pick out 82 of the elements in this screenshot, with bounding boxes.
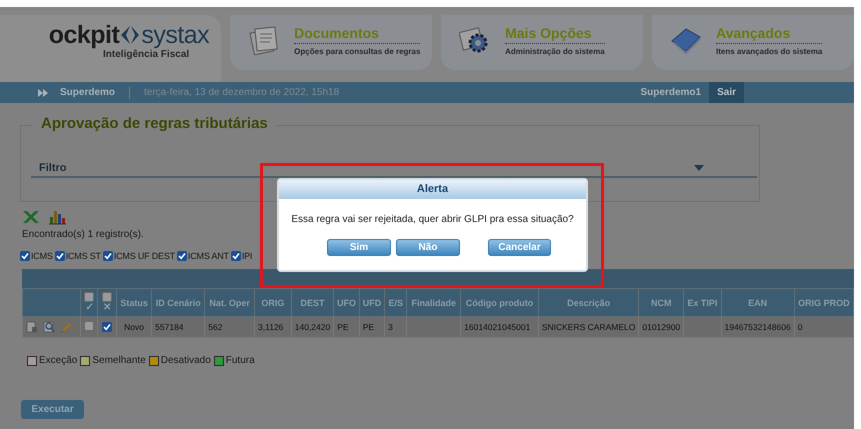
bar-chart-icon[interactable] [48,209,66,225]
table-cell: 0 [794,316,854,338]
tax-checkbox[interactable] [230,250,241,260]
checkbox-label: IPI [242,250,252,260]
column-symbol: ✓ [85,303,94,313]
column-header: Finalidade [406,288,461,316]
dialog-button[interactable]: Cancelar [488,239,551,256]
column-header: NCM [638,288,684,316]
column-header: DEST [291,288,334,316]
caret-icon [694,165,704,171]
table-cell [684,316,722,338]
dialog-button[interactable]: Não [396,239,460,256]
table-cell: SNICKERS CARAMELO [538,316,639,338]
column-header: Ex TIPI [684,288,722,316]
table-cell: 557184 [152,316,205,338]
table-cell: 562 [204,316,255,338]
table-cell: PE [334,316,360,338]
legend-label: Futura [226,355,255,366]
locked-page-icon[interactable] [26,321,38,333]
tax-checkbox[interactable] [102,250,113,260]
logo-mark-icon [119,25,142,45]
header-checkbox[interactable] [102,292,112,302]
column-header: EAN [721,288,794,316]
column-header: Status [116,288,152,316]
table-cell: 19467532148606 [721,316,794,338]
checkbox-label: ICMS ST [66,250,101,260]
table-cell: 3,1126 [254,316,292,338]
result-count: Encontrado(s) 1 registro(s). [22,229,145,240]
logo-text: ockpit [48,21,120,49]
column-header: ORIG PROD [794,288,854,316]
tax-checkbox[interactable] [20,250,30,260]
reject-checkbox[interactable] [102,322,112,332]
table-cell: 140,2420 [291,316,334,338]
tax-checkbox[interactable] [54,250,65,260]
approve-checkbox[interactable] [84,321,94,331]
menu-tab[interactable]: Documentos Opções para consultas de regras [230,15,432,70]
logo-tagline: Inteligência Fiscal [103,49,190,60]
tab-subtitle: Itens avançados do sistema [716,47,822,56]
table-cell: 01012900 [638,316,684,338]
spreadsheet-icon[interactable] [22,209,40,225]
tab-title: Documentos [294,25,420,44]
legend-label: Exceção [39,355,78,366]
menu-tab[interactable]: Avançados Itens avançados do sistema [652,15,854,70]
column-header: ORIG [254,288,292,316]
panel-title: Aprovação de regras tributárias [33,115,276,132]
tab-subtitle: Administração do sistema [505,47,605,56]
table-cell: 3 [384,316,407,338]
tab-title: Mais Opções [505,25,605,44]
column-header: E/S [384,288,407,316]
double-arrow-icon [38,88,48,96]
logo-text: systax [141,21,210,49]
tax-checkbox[interactable] [176,250,187,260]
date-text: terça-feira, 13 de dezembro de 2022, 15h18 [144,87,340,98]
table-cell: Novo [116,316,152,338]
legend-label: Semelhante [92,355,146,366]
column-symbol: ✕ [103,303,112,313]
logout-button[interactable]: Sair [709,82,744,103]
checkbox-label: ICMS [31,250,53,260]
table-cell: 16014021045001 [460,316,538,338]
tab-title: Avançados [716,25,822,44]
legend-label: Desativado [160,355,211,366]
checkbox-label: ICMS ANT [188,250,229,260]
header-checkbox[interactable] [84,292,94,302]
menu-tab[interactable]: Mais Opções Administração do sistema [441,15,644,70]
table-cell: PE [359,316,385,338]
dialog-button[interactable]: Sim [327,239,391,256]
checkbox-label: ICMS UF DEST [114,250,175,260]
table-cell [406,316,461,338]
column-header: UFO [334,288,360,316]
dialog-message: Essa regra vai ser rejeitada, quer abrir GLPI pra essa situação? [290,214,575,225]
tab-subtitle: Opções para consultas de regras [294,47,420,56]
account-name: Superdemo1 [640,87,702,98]
execute-button[interactable]: Executar [21,400,84,419]
magnifier-icon[interactable] [43,321,55,333]
documents-icon [248,25,280,55]
column-header: Descrição [538,288,639,316]
user-name: Superdemo [60,87,116,98]
column-header: Código produto [460,288,538,316]
column-header: Nat. Oper [204,288,255,316]
dialog-title: Alerta [279,180,586,199]
column-header: ID Cenário [152,288,205,316]
column-header: UFD [359,288,385,316]
